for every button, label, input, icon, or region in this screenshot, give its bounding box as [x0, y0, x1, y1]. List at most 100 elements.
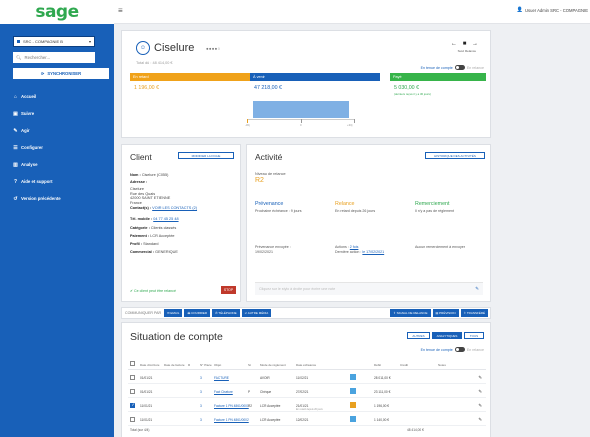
user-menu[interactable]: 👤 Usuer Admin SRC - COMPAGNIE [517, 7, 588, 13]
activity-col-text: Prochaine échéance : 9 jours [255, 209, 302, 213]
situation-mode-toggle[interactable]: En tenue de compte En relance [421, 347, 484, 352]
sidebar-item-configurer[interactable]: ☰ Configurer [13, 139, 113, 156]
activity-col-text: Il n'y a pas de règlement [415, 209, 455, 213]
activity-col-title: Relance [335, 201, 355, 207]
sidebar-item-accueil[interactable]: ⌂ Accueil [13, 88, 113, 105]
toggle-on-label: En tenue de compte [420, 65, 453, 70]
pencil-icon[interactable]: ✎ [478, 375, 482, 381]
client-address-line: Adresse : [130, 180, 148, 184]
note-field[interactable]: Cliquez sur le stylo à droite pour écrir… [255, 282, 483, 295]
toggle-on-label: En tenue de compte [420, 347, 453, 352]
client-phone: Tél. mobile : 04 77 45 25 48 [130, 217, 179, 221]
pencil-icon[interactable]: ✎ [478, 403, 482, 409]
cell-debit: 23 111,00 € [374, 389, 391, 394]
pencil-icon[interactable]: ✎ [478, 389, 482, 395]
cell-piece[interactable]: 3 [200, 418, 202, 422]
sidebar-item-label: Suivre [21, 111, 35, 116]
column-header: N° Pièce [200, 363, 212, 367]
client-payment: Paiement : LCR Acceptée [130, 234, 175, 238]
table-row[interactable]: 01/01/21 3 Fact Ciselure P Chèque 27/02/21 23 … [128, 385, 486, 398]
status-badge [350, 374, 356, 380]
hamburger-icon[interactable]: ≡ [118, 6, 123, 15]
sync-button[interactable]: ⟳ SYNCHRONISER [13, 68, 109, 79]
value-paye: 5 030,00 € [394, 85, 420, 91]
actions-link[interactable]: 2 fois [350, 245, 359, 249]
table-row[interactable]: 11/01/21 3 Facture 1 PN 4861/0002 LCR Accep… [128, 413, 486, 426]
cell-piece[interactable]: 3 [200, 376, 202, 380]
toggle-switch[interactable] [454, 65, 465, 70]
briefcase-icon: ▣ [13, 110, 18, 117]
cell-object[interactable]: Facture 1 PN 4861/0001 [214, 404, 249, 408]
phone-link[interactable]: 04 77 45 25 48 [153, 217, 178, 221]
communicate-button[interactable]: ↩ AUTRE MÉDIA [241, 309, 272, 317]
tab-autres[interactable]: AUTRES [407, 332, 430, 339]
sidebar-item-version[interactable]: ↺ Version précédente [13, 190, 113, 207]
sidebar-item-aide[interactable]: ? Aide et support [13, 173, 113, 190]
sidebar-item-agir[interactable]: ✎ Agir [13, 122, 113, 139]
row-checkbox[interactable] [130, 388, 135, 394]
cell-object[interactable]: FACTURE [214, 376, 229, 380]
edit-client-button[interactable]: MODIFIER LA FICHE [178, 152, 234, 159]
client-category: Catégorie : Clients classés [130, 226, 177, 230]
client-address-line: Rue des Quais [130, 191, 156, 196]
sidebar-item-label: Accueil [21, 94, 37, 99]
action-button[interactable]: ⇧ TRANSFÉRÉ [460, 309, 488, 317]
table-row[interactable]: 11/01/21 3 Facture 1 PN 4861/0001R2 LCR Acc… [128, 399, 486, 412]
select-all-checkbox[interactable] [130, 361, 135, 366]
search-input[interactable] [24, 55, 92, 60]
company-icon [17, 40, 20, 43]
action-button[interactable]: ⇧ SIGNAL DE RELANCE [390, 309, 431, 317]
cell-date: 11/01/21 [140, 403, 153, 408]
communicate-button[interactable]: ✆ TÉLÉPHONE [212, 309, 240, 317]
search-icon: 🔍︎ [16, 54, 22, 60]
toggle-switch[interactable] [454, 347, 465, 352]
cell-object[interactable]: Fact Ciselure [214, 390, 233, 394]
sidebar-item-label: Configurer [21, 145, 43, 150]
rating-stars: ●●●●○ [206, 46, 221, 51]
brand-logo[interactable]: sage [0, 0, 114, 24]
segment-retard: En retard [130, 73, 250, 81]
tab-analytiques[interactable]: ANALYTIQUES [432, 332, 462, 339]
status-badge [350, 416, 356, 422]
client-card: Client MODIFIER LA FICHE Nom : Ciselure … [121, 144, 241, 302]
client-name: Ciselure [154, 42, 195, 54]
situation-title: Situation de compte [130, 331, 223, 343]
row-checkbox[interactable] [130, 374, 135, 380]
avenir-chart-bar [253, 101, 349, 118]
activity-history-button[interactable]: HISTORIQUE DES ACTIVITÉS [425, 152, 485, 159]
cell-object[interactable]: Facture 1 PN 4861/0002 [214, 418, 249, 422]
client-card-title: Client [130, 152, 152, 162]
sidebar-item-suivre[interactable]: ▣ Suivre [13, 105, 113, 122]
cell-due: 27/02/21 [296, 389, 309, 394]
account-situation-card: Situation de compte AUTRES ANALYTIQUES T… [121, 322, 491, 437]
cell-piece[interactable]: 3 [200, 390, 202, 394]
cell-due: 11/02/21 [296, 375, 309, 380]
top-bar: sage ≡ 👤 Usuer Admin SRC - COMPAGNIE [0, 0, 590, 24]
row-checkbox[interactable] [130, 416, 135, 422]
last-action-link[interactable]: le 17/02/2021 [362, 250, 384, 254]
home-icon: ⌂ [13, 93, 18, 100]
communicate-button[interactable]: ✉ EMAIL [164, 309, 183, 317]
tab-tous[interactable]: TOUS [464, 332, 484, 339]
cell-status: P [248, 389, 251, 394]
column-header: St [248, 363, 251, 367]
pencil-icon[interactable]: ✎ [475, 286, 479, 292]
sync-label: SYNCHRONISER [47, 71, 82, 76]
client-avatar-icon: ☺ [136, 41, 150, 55]
client-nav-arrows[interactable]: ← ■ → [451, 41, 480, 47]
relance-level-label: Niveau de relance [255, 172, 286, 176]
table-row[interactable]: 01/01/21 3 FACTURE AVOIR 11/02/21 28 011,00 €… [128, 371, 486, 384]
cell-piece[interactable]: 3 [200, 404, 202, 408]
search-box: 🔍︎ [13, 52, 95, 63]
column-header: Date de facture [164, 363, 185, 367]
account-mode-toggle[interactable]: En tenue de compte En relance [421, 65, 484, 70]
pencil-icon[interactable]: ✎ [478, 417, 482, 423]
action-button[interactable]: ▤ PRÉVISION [432, 309, 459, 317]
communicate-button[interactable]: 🖶 COURRIER [184, 309, 211, 317]
company-select[interactable]: SRC - COMPAGNIE B ▾ [13, 36, 95, 47]
row-checkbox[interactable] [130, 402, 135, 408]
stop-button[interactable]: STOP [221, 286, 236, 294]
contacts-link[interactable]: VOIR LES CONTACTS (2) [152, 206, 197, 210]
sidebar-item-analyse[interactable]: ▥ Analyse [13, 156, 113, 173]
sidebar: SRC - COMPAGNIE B ▾ 🔍︎ ⟳ SYNCHRONISER ⌂A… [0, 24, 114, 437]
